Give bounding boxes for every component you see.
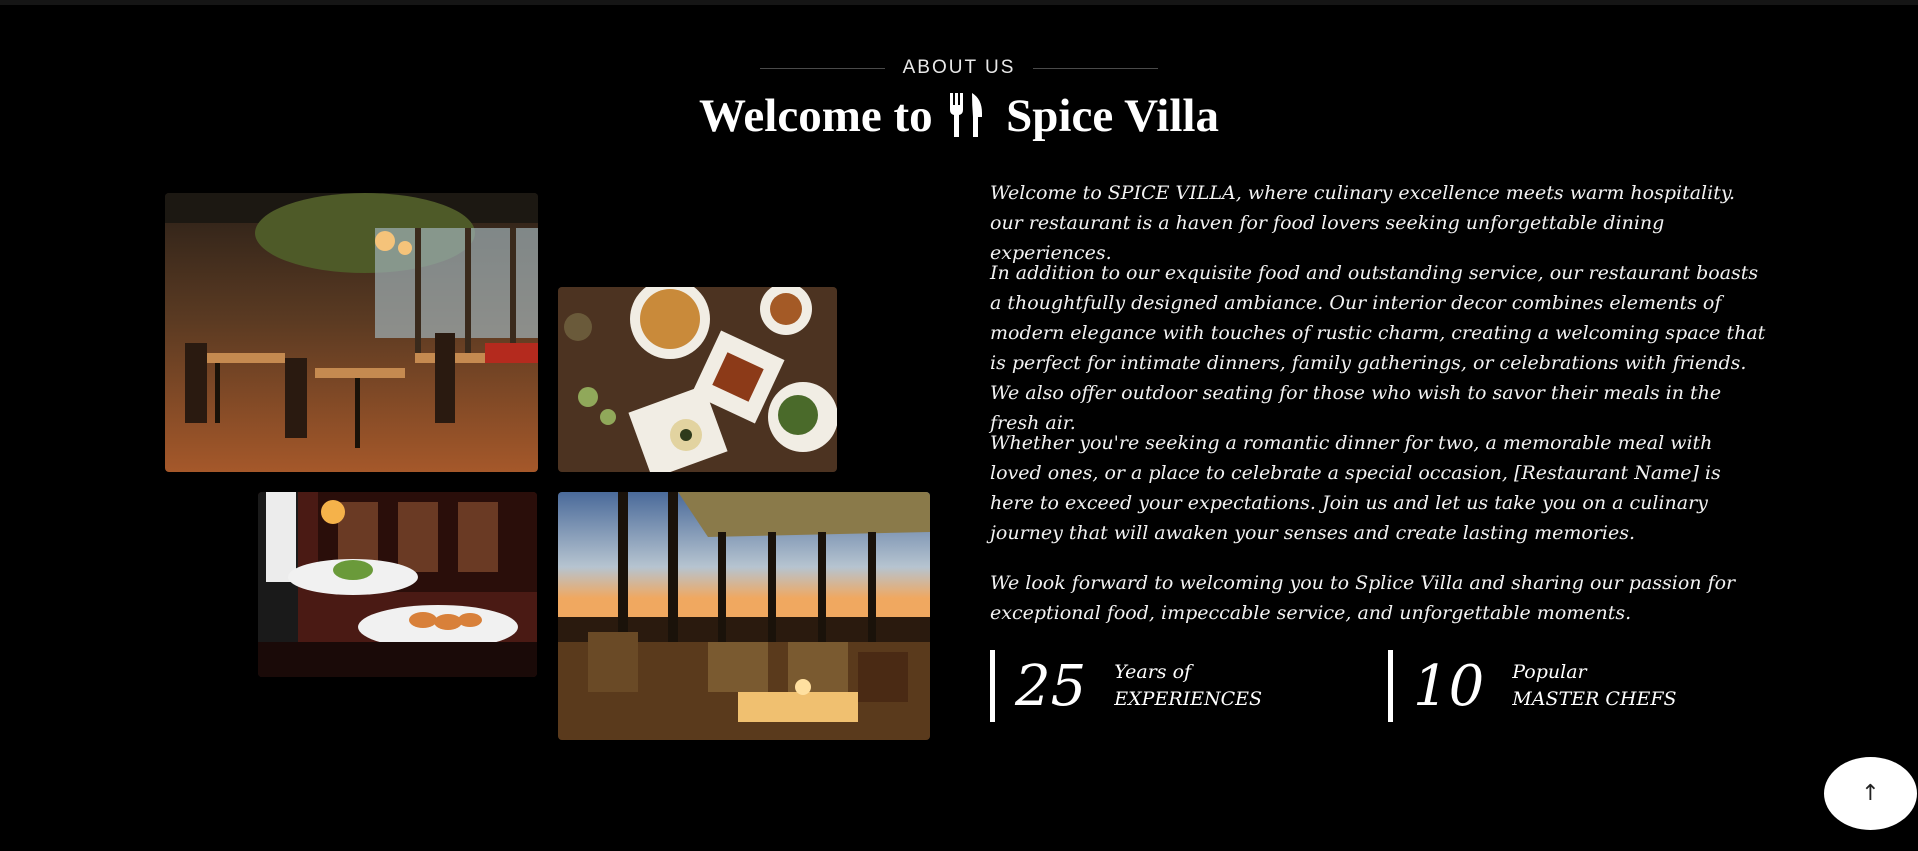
back-to-top-button[interactable]: ↑ [1824,757,1917,830]
stat-label-line2: EXPERIENCES [1114,688,1263,710]
stat-chefs: 10 Popular MASTER CHEFS [1388,650,1677,722]
stat-label: Years of EXPERIENCES [1114,659,1262,713]
arrow-up-icon: ↑ [1861,781,1880,806]
title-suffix: Spice Villa [1006,90,1219,142]
stat-bar [990,650,995,722]
about-paragraph-2: In addition to our exquisite food and ou… [990,262,1766,434]
stat-number: 10 [1413,653,1485,719]
stat-label-line1: Popular [1512,661,1587,683]
stat-label-line1: Years of [1114,661,1192,683]
stat-label-line2: MASTER CHEFS [1512,688,1677,710]
waiter-serving-photo [258,492,537,677]
page-title: Welcome to Spice Villa [0,88,1918,150]
stat-label: Popular MASTER CHEFS [1512,659,1676,713]
sunset-dining-photo [558,492,930,740]
stat-number: 25 [1015,653,1087,719]
section-eyebrow: ABOUT US [0,57,1918,79]
restaurant-interior-photo [165,193,538,472]
about-paragraph-4: We look forward to welcoming you to Spli… [990,572,1736,624]
stat-bar [1388,650,1393,722]
divider-right [1033,67,1159,69]
top-strip [0,0,1918,5]
stat-experience: 25 Years of EXPERIENCES [990,650,1262,722]
food-platter-photo [558,287,837,472]
about-paragraph-1: Welcome to SPICE VILLA, where culinary e… [990,182,1736,264]
title-prefix: Welcome to [699,90,933,142]
divider-left [759,67,885,69]
fork-knife-icon [948,93,986,150]
about-paragraph-3: Whether you're seeking a romantic dinner… [990,432,1721,544]
eyebrow-text: ABOUT US [902,57,1016,78]
